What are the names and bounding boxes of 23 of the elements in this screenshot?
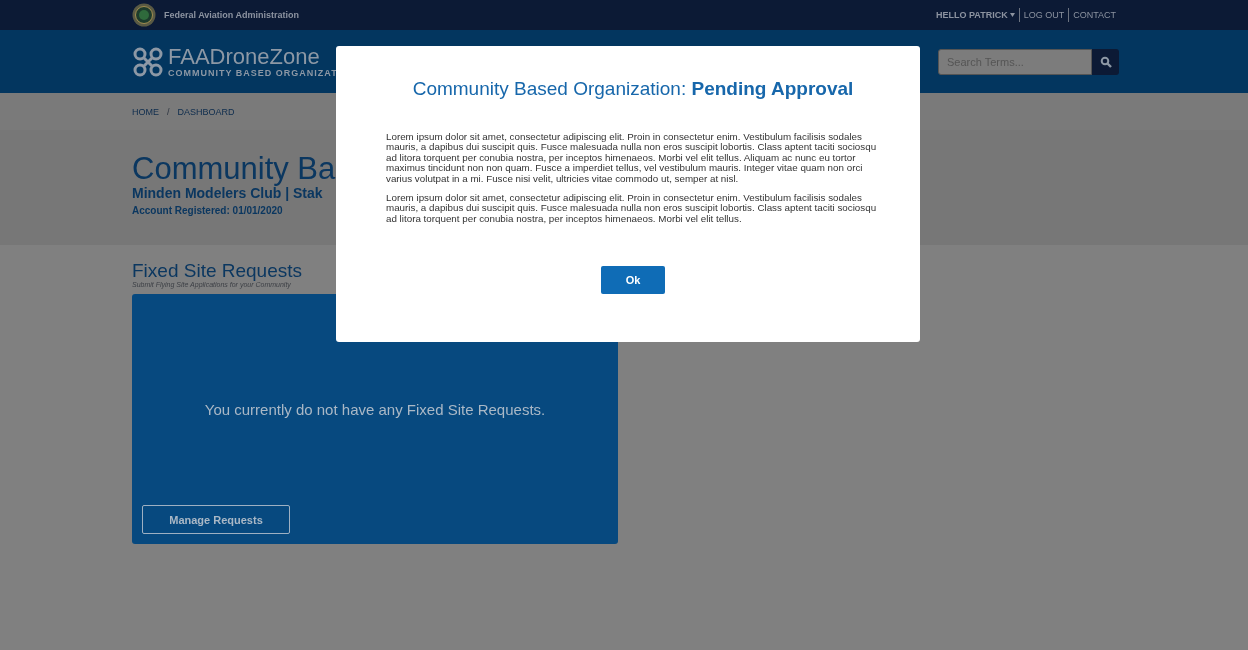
manage-requests-button[interactable]: Manage Requests xyxy=(142,505,290,534)
section-title: Fixed Site Requests xyxy=(132,261,303,281)
logo-title: FAADroneZone xyxy=(168,45,321,68)
agency-name[interactable]: Federal Aviation Administration xyxy=(164,10,300,20)
breadcrumb-link[interactable]: DASHBOARD xyxy=(177,106,235,117)
dialog-title: Community Based Organization: Pending Approval xyxy=(412,78,854,100)
organization-name: Minden Modelers Club | Stak xyxy=(132,185,323,201)
user-menu[interactable]: HELLO PATRICK xyxy=(931,8,1019,22)
ok-button[interactable]: Ok xyxy=(601,266,665,295)
breadcrumb-separator: / xyxy=(167,106,170,117)
nav-link[interactable]: CONTACT xyxy=(1068,8,1120,22)
search-icon xyxy=(1099,55,1112,68)
search-button[interactable] xyxy=(1092,48,1119,75)
registration-date: Account Registered: 01/01/2020 xyxy=(132,205,283,216)
breadcrumb-link[interactable]: HOME xyxy=(132,106,159,117)
caret-icon xyxy=(1009,13,1015,17)
nav-link[interactable]: LOG OUT xyxy=(1018,8,1069,22)
dialog-paragraph: Lorem ipsum dolor sit amet, consectetur adipiscing elit. Proin in consectetur enim. Vestibulum facilisis sodales mauris, a dapibus dui suscipit quis. Fusce malesuada nulla non eros suscipit lobortis. Class aptent taciti sociosqu ad litora torquent per conubia nostra, per inceptos himenaeos. Morbi vel elit tellus. Aliquam ac nunc eu tortor maximus tincidunt non non quam. Fusce a imperdiet tellus, vel vestibulum mauris. Integer vitae quam non orci varius volutpat in a mi. Fusce nisi velit, ultricies vitae commodo ut, semper at nisl. xyxy=(386,132,878,185)
seal-icon xyxy=(132,3,156,27)
logo-subtitle: COMMUNITY BASED ORGANIZAT xyxy=(168,67,338,78)
empty-message: You currently do not have any Fixed Site Requests. xyxy=(204,401,546,418)
drone-logo-icon xyxy=(132,45,164,78)
dialog-paragraph: Lorem ipsum dolor sit amet, consectetur adipiscing elit. Proin in consectetur enim. Vestibulum facilisis sodales mauris, a dapibus dui suscipit quis. Fusce malesuada nulla non eros suscipit lobortis. Class aptent taciti sociosqu ad litora torquent per conubia nostra, per inceptos himenaeos. Morbi vel elit tellus. xyxy=(386,193,878,225)
